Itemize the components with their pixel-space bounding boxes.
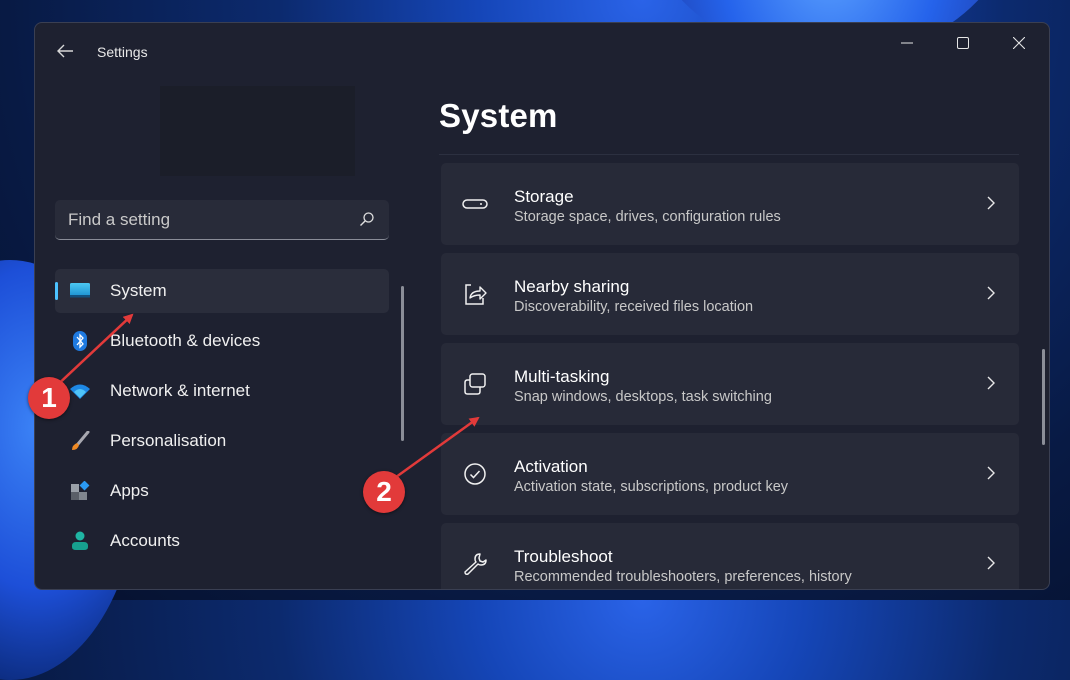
activation-check-icon [464, 463, 486, 485]
card-storage[interactable]: Storage Storage space, drives, configura… [441, 163, 1019, 245]
chevron-right-icon [987, 376, 995, 390]
divider [439, 154, 1019, 155]
minimize-icon [901, 42, 913, 44]
card-title: Storage [514, 187, 574, 206]
sidebar-item-bluetooth[interactable]: Bluetooth & devices [55, 319, 389, 363]
page-title: System [439, 97, 558, 134]
annotation-badge-2: 2 [363, 471, 405, 513]
chevron-right-icon [987, 466, 995, 480]
multitasking-icon [464, 373, 486, 395]
annotation-badge-1: 1 [28, 377, 70, 419]
sidebar-scrollbar[interactable] [401, 286, 404, 441]
search-icon[interactable] [359, 211, 375, 227]
card-multitasking[interactable]: Multi-tasking Snap windows, desktops, ta… [441, 343, 1019, 425]
sidebar-item-label: Network & internet [110, 381, 250, 400]
minimize-button[interactable] [879, 23, 935, 63]
sidebar-item-apps[interactable]: Apps [55, 469, 389, 513]
bluetooth-icon [73, 331, 87, 351]
search-input[interactable] [55, 200, 360, 240]
sidebar-item-label: Personalisation [110, 431, 227, 450]
app-title: Settings [97, 44, 148, 60]
paintbrush-icon [72, 431, 90, 450]
storage-drive-icon [462, 199, 488, 209]
maximize-icon [957, 37, 969, 49]
settings-list: Storage Storage space, drives, configura… [441, 163, 1019, 589]
sidebar-item-label: Bluetooth & devices [110, 331, 261, 350]
card-troubleshoot[interactable]: Troubleshoot Recommended troubleshooters… [441, 523, 1019, 589]
active-indicator [55, 282, 58, 300]
wifi-icon [70, 384, 90, 399]
profile-area [160, 86, 355, 176]
main-scrollbar[interactable] [1042, 349, 1045, 445]
sidebar-item-personalisation[interactable]: Personalisation [55, 419, 389, 463]
sidebar-item-system[interactable]: System [55, 269, 389, 313]
system-display-icon [70, 283, 90, 298]
back-button[interactable] [51, 41, 79, 65]
card-subtitle: Activation state, subscriptions, product… [514, 479, 789, 495]
maximize-button[interactable] [935, 23, 991, 63]
chevron-right-icon [987, 196, 995, 210]
card-title: Troubleshoot [514, 547, 613, 566]
card-title: Activation [514, 457, 588, 476]
close-button[interactable] [991, 23, 1047, 63]
close-icon [1013, 37, 1025, 49]
card-nearby-sharing[interactable]: Nearby sharing Discoverability, received… [441, 253, 1019, 335]
sidebar-nav: System Bluetooth & devices Network & int… [55, 269, 389, 569]
sidebar-item-label: Apps [110, 481, 149, 500]
sidebar-item-network[interactable]: Network & internet [55, 369, 389, 413]
share-icon [465, 284, 487, 305]
card-subtitle: Storage space, drives, configuration rul… [514, 209, 781, 225]
card-activation[interactable]: Activation Activation state, subscriptio… [441, 433, 1019, 515]
wrench-icon [464, 553, 487, 575]
card-subtitle: Discoverability, received files location [514, 299, 754, 315]
search-box[interactable] [55, 200, 389, 240]
sidebar-item-accounts[interactable]: Accounts [55, 519, 389, 563]
card-subtitle: Snap windows, desktops, task switching [514, 389, 772, 405]
title-bar: Settings [35, 23, 1049, 83]
card-title: Nearby sharing [514, 277, 630, 296]
back-arrow-icon [57, 44, 73, 58]
apps-icon [71, 481, 90, 500]
card-subtitle: Recommended troubleshooters, preferences… [514, 569, 852, 585]
card-title: Multi-tasking [514, 367, 610, 386]
settings-window: Settings System Bluetooth & devices Netw… [34, 22, 1050, 590]
chevron-right-icon [987, 556, 995, 570]
account-icon [72, 531, 88, 550]
sidebar-item-label: Accounts [110, 531, 180, 550]
chevron-right-icon [987, 286, 995, 300]
sidebar-item-label: System [110, 281, 167, 300]
